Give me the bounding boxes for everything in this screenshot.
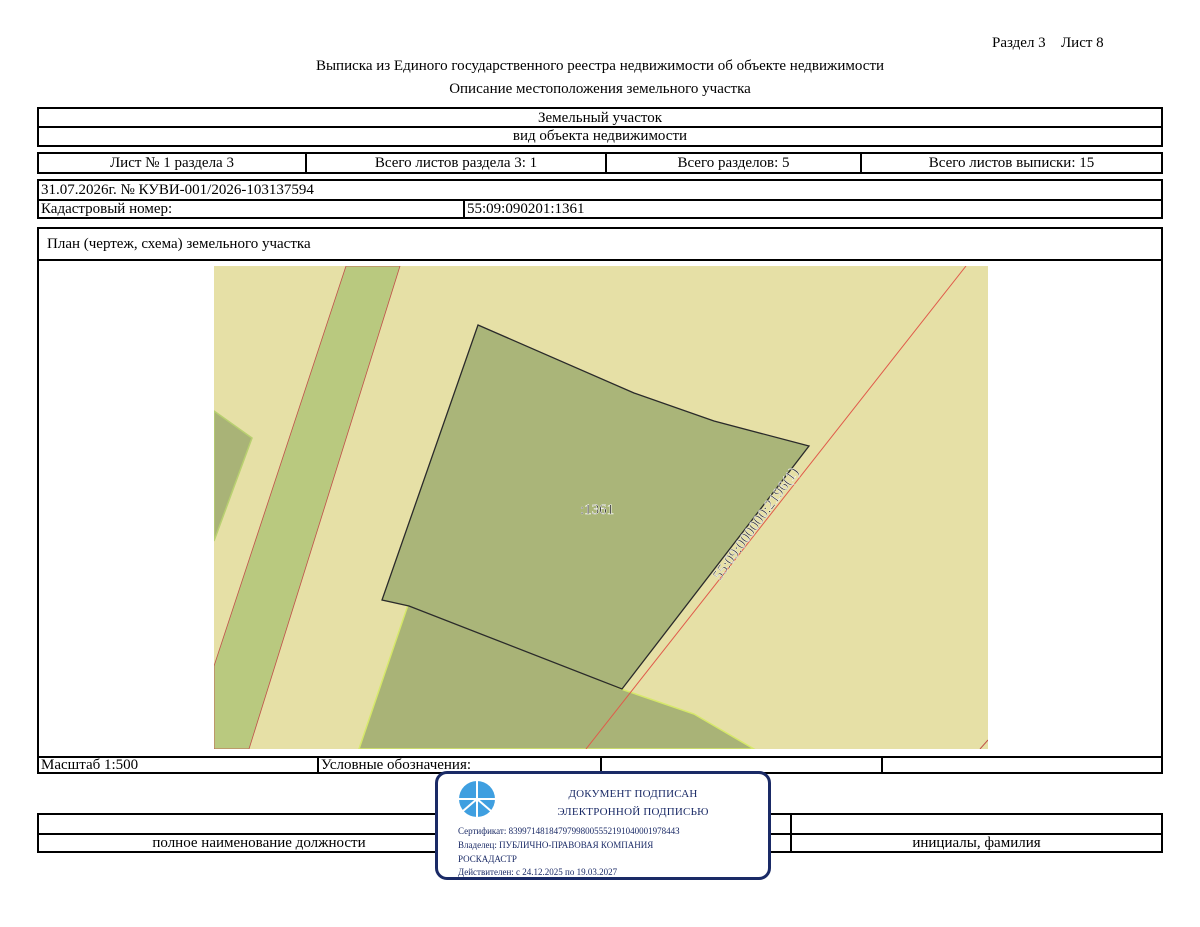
position-caption: полное наименование должности [152, 834, 366, 851]
divider [39, 259, 1161, 261]
legend-label: Условные обозначения: [321, 756, 472, 773]
parcel-map: :1361 55:09:000000:2196(1) [214, 266, 988, 749]
sheet-label: Лист 8 [1061, 35, 1104, 51]
parcel-label: :1361 [580, 502, 614, 518]
total-extract-sheets: Всего листов выписки: 15 [928, 154, 1095, 171]
scale-label: Масштаб 1:500 [41, 756, 139, 773]
document-subtitle: Описание местоположения земельного участ… [449, 81, 751, 97]
name-caption: инициалы, фамилия [912, 834, 1041, 851]
emblem-icon [459, 781, 495, 817]
stamp-line-2: ЭЛЕКТРОННОЙ ПОДПИСЬЮ [557, 806, 709, 818]
record-date-number: 31.07.2026г. № КУВИ-001/2026-103137594 [41, 181, 314, 198]
signature-stamp: ДОКУМЕНТ ПОДПИСАН ЭЛЕКТРОННОЙ ПОДПИСЬЮ С… [435, 771, 771, 880]
total-section-sheets: Всего листов раздела 3: 1 [374, 154, 538, 171]
divider [600, 758, 602, 772]
stamp-certificate: Сертификат: 8399714818479799800555219104… [458, 826, 680, 836]
stamp-line-1: ДОКУМЕНТ ПОДПИСАН [568, 788, 698, 800]
stamp-owner-2: РОСКАДАСТР [458, 854, 517, 864]
record-table: 31.07.2026г. № КУВИ-001/2026-103137594 К… [37, 179, 1163, 219]
cadastral-value: 55:09:090201:1361 [467, 200, 585, 217]
stamp-owner-1: Владелец: ПУБЛИЧНО-ПРАВОВАЯ КОМПАНИЯ [458, 840, 654, 850]
sheets-row: Лист № 1 раздела 3 Всего листов раздела … [37, 152, 1163, 174]
object-type-table: Земельный участок вид объекта недвижимос… [37, 107, 1163, 147]
stamp-validity: Действителен: с 24.12.2025 по 19.03.2027 [458, 867, 618, 877]
section-label: Раздел 3 [992, 35, 1046, 51]
total-sections: Всего разделов: 5 [677, 154, 790, 171]
divider [881, 758, 883, 772]
sheet-number: Лист № 1 раздела 3 [110, 154, 234, 171]
object-type-value: Земельный участок [537, 109, 663, 126]
cadastral-label: Кадастровый номер: [41, 200, 173, 217]
plan-heading: План (чертеж, схема) земельного участка [47, 235, 311, 252]
document-title: Выписка из Единого государственного реес… [315, 58, 885, 74]
object-type-caption: вид объекта недвижимости [512, 128, 688, 144]
